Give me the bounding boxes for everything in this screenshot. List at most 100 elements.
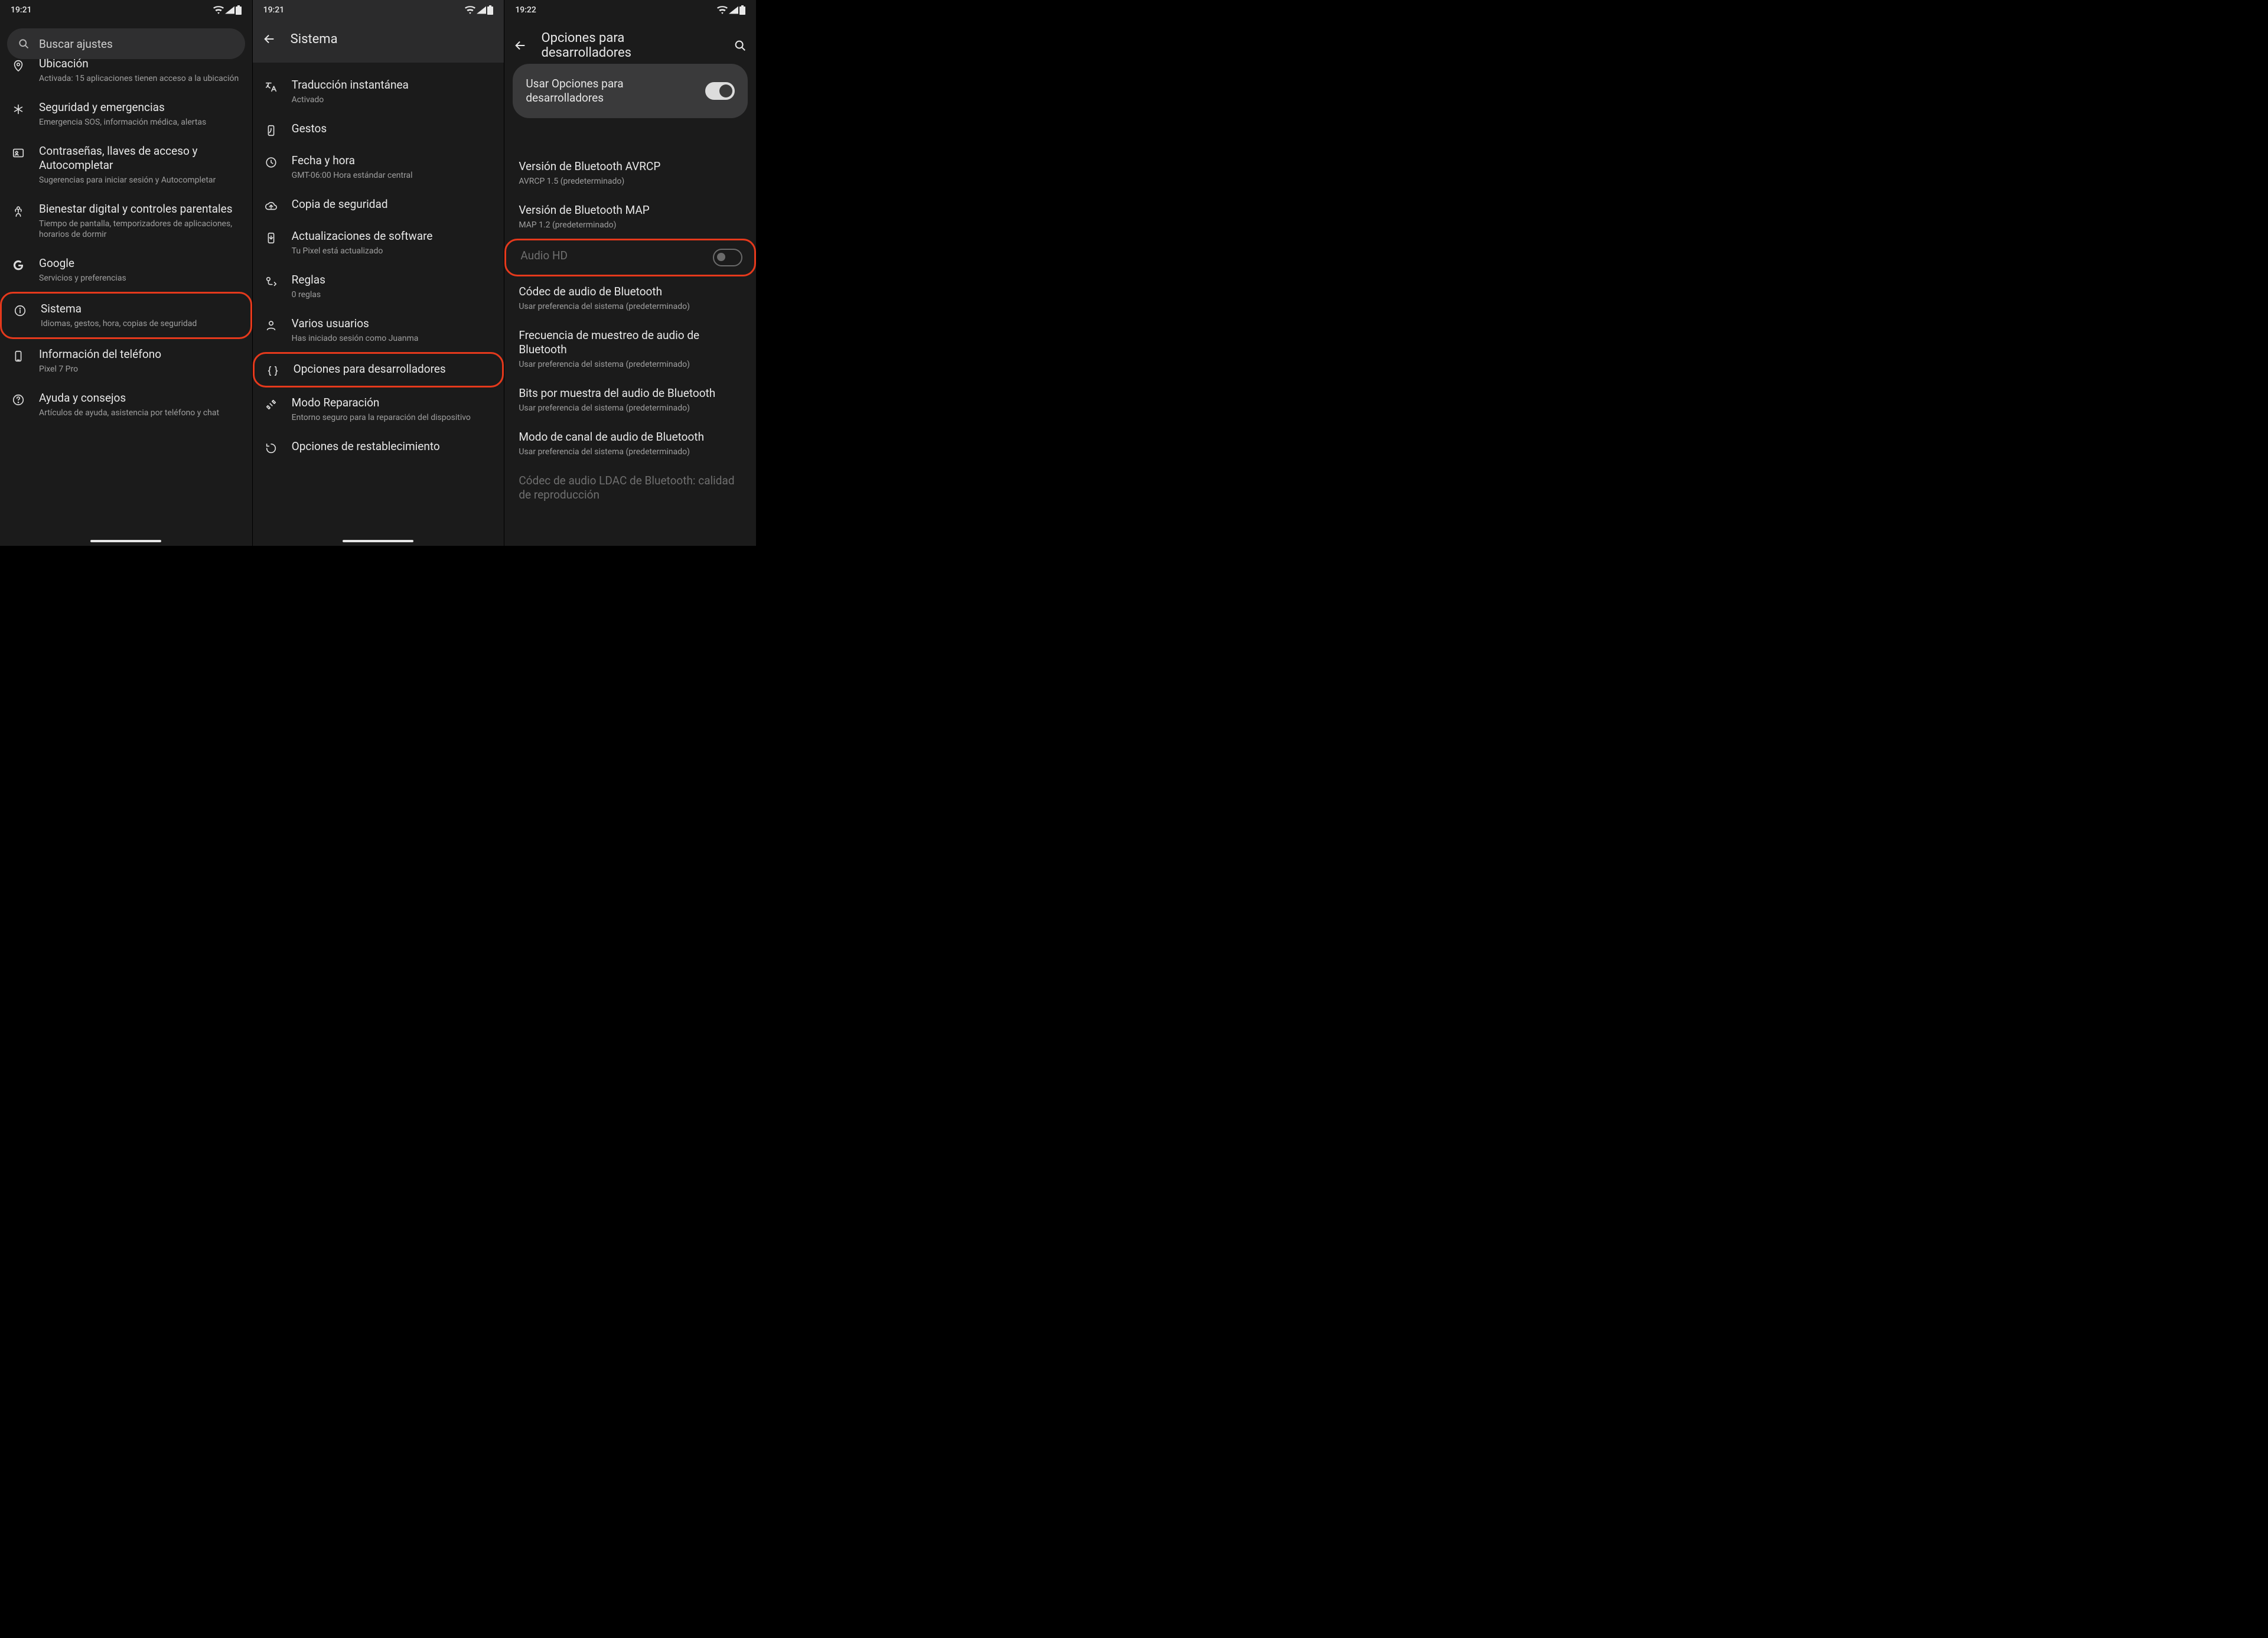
- list-item-title: Versión de Bluetooth MAP: [519, 203, 744, 217]
- list-item[interactable]: Códec de audio LDAC de Bluetooth: calida…: [504, 465, 756, 510]
- list-item[interactable]: Varios usuariosHas iniciado sesión como …: [253, 308, 504, 352]
- list-item-body: Frecuencia de muestreo de audio de Bluet…: [519, 328, 744, 370]
- signal-icon: [477, 6, 486, 14]
- list-item[interactable]: Seguridad y emergenciasEmergencia SOS, i…: [0, 92, 252, 136]
- settings-list[interactable]: UbicaciónActivada: 15 aplicaciones tiene…: [0, 48, 252, 546]
- list-item[interactable]: Fecha y hora GMT-06:00 Hora estándar cent…: [253, 145, 504, 189]
- list-item-title: Seguridad y emergencias: [39, 100, 240, 115]
- dev-options-list[interactable]: Versión de Bluetooth AVRCPAVRCP 1.5 (pre…: [504, 71, 756, 546]
- backup-icon: [262, 200, 280, 213]
- search-button[interactable]: [732, 37, 748, 54]
- battery-icon: [236, 5, 242, 15]
- list-item-body: Fecha y hora GMT-06:00 Hora estándar cent…: [292, 154, 493, 181]
- dev-options-master-toggle[interactable]: [705, 82, 735, 100]
- list-item-title: Actualizaciones de software: [292, 229, 493, 243]
- location-icon: [9, 59, 27, 72]
- list-item-body: UbicaciónActivada: 15 aplicaciones tiene…: [39, 57, 240, 84]
- list-item-body: Varios usuariosHas iniciado sesión como …: [292, 317, 493, 344]
- status-time: 19:21: [11, 5, 32, 15]
- wellbeing-icon: [9, 204, 27, 217]
- page-title: Sistema: [291, 32, 338, 47]
- list-item[interactable]: Bienestar digital y controles parentales…: [0, 194, 252, 248]
- list-item-title: Contraseñas, llaves de acceso y Autocomp…: [39, 144, 240, 172]
- list-item-title: Audio HD: [520, 249, 701, 263]
- list-item-subtitle: Activado: [292, 95, 493, 105]
- status-icons: [213, 5, 242, 15]
- list-item-subtitle: GMT-06:00 Hora estándar central: [292, 170, 493, 181]
- list-item[interactable]: Información del teléfonoPixel 7 Pro: [0, 339, 252, 383]
- list-item[interactable]: Ayuda y consejosArtículos de ayuda, asis…: [0, 383, 252, 426]
- list-item[interactable]: Versión de Bluetooth MAPMAP 1.2 (predete…: [504, 195, 756, 239]
- list-item[interactable]: Frecuencia de muestreo de audio de Bluet…: [504, 320, 756, 378]
- info-icon: [11, 304, 29, 317]
- battery-icon: [487, 5, 493, 15]
- repair-icon: [262, 398, 280, 411]
- list-item-body: Seguridad y emergenciasEmergencia SOS, i…: [39, 100, 240, 128]
- list-item[interactable]: Reglas0 reglas: [253, 265, 504, 308]
- list-item[interactable]: UbicaciónActivada: 15 aplicaciones tiene…: [0, 48, 252, 92]
- list-item[interactable]: Códec de audio de BluetoothUsar preferen…: [504, 276, 756, 320]
- list-item-subtitle: Usar preferencia del sistema (predetermi…: [519, 301, 744, 312]
- back-button[interactable]: [261, 31, 278, 47]
- list-item-body: Versión de Bluetooth AVRCPAVRCP 1.5 (pre…: [519, 159, 744, 187]
- list-item-title: Ayuda y consejos: [39, 391, 240, 405]
- list-item-title: Opciones de restablecimiento: [292, 439, 493, 454]
- list-item[interactable]: Gestos: [253, 113, 504, 145]
- list-item[interactable]: Opciones para desarrolladores: [253, 352, 504, 387]
- list-item-subtitle: Usar preferencia del sistema (predetermi…: [519, 403, 744, 413]
- list-item[interactable]: Bits por muestra del audio de Bluetooth U…: [504, 378, 756, 422]
- list-item-title: Bits por muestra del audio de Bluetooth: [519, 386, 744, 400]
- list-item[interactable]: Actualizaciones de software Tu Pixel está…: [253, 221, 504, 265]
- list-item[interactable]: Opciones de restablecimiento: [253, 431, 504, 463]
- list-item-body: Audio HD: [520, 249, 701, 263]
- signal-icon: [225, 6, 234, 14]
- reset-icon: [262, 442, 280, 455]
- list-item[interactable]: Copia de seguridad: [253, 189, 504, 221]
- list-item-subtitle: Usar preferencia del sistema (predetermi…: [519, 359, 744, 370]
- update-icon: [262, 232, 280, 245]
- list-item-title: Modo Reparación: [292, 396, 493, 410]
- dev-options-master-label: Usar Opciones para desarrolladores: [526, 77, 697, 105]
- list-item-subtitle: Tu Pixel está actualizado: [292, 246, 493, 256]
- toggle[interactable]: [713, 249, 742, 266]
- status-bar: 19:22: [504, 0, 756, 20]
- list-item[interactable]: Modo Reparación Entorno seguro para la re…: [253, 387, 504, 431]
- list-item[interactable]: Traducción instantáneaActivado: [253, 70, 504, 113]
- list-item-subtitle: Entorno seguro para la reparación del di…: [292, 412, 493, 423]
- list-item-title: Google: [39, 256, 240, 271]
- signal-icon: [729, 6, 738, 14]
- nav-handle[interactable]: [90, 540, 161, 542]
- list-item-subtitle: Servicios y preferencias: [39, 273, 240, 284]
- phone-dev-options: 19:22 Opciones para desarrolladores Usar…: [504, 0, 756, 546]
- list-item[interactable]: Contraseñas, llaves de acceso y Autocomp…: [0, 136, 252, 194]
- wifi-icon: [717, 6, 728, 14]
- list-item-title: Reglas: [292, 273, 493, 287]
- list-item-body: Modo Reparación Entorno seguro para la re…: [292, 396, 493, 423]
- back-button[interactable]: [513, 37, 528, 54]
- card-account-icon: [9, 146, 27, 159]
- list-item-body: SistemaIdiomas, gestos, hora, copias de …: [41, 302, 239, 329]
- list-item-title: Versión de Bluetooth AVRCP: [519, 159, 744, 174]
- list-item-body: Versión de Bluetooth MAPMAP 1.2 (predete…: [519, 203, 744, 230]
- list-item-title: Frecuencia de muestreo de audio de Bluet…: [519, 328, 744, 357]
- list-item-subtitle: Idiomas, gestos, hora, copias de segurid…: [41, 318, 239, 329]
- list-item-title: Fecha y hora: [292, 154, 493, 168]
- phone-settings-main: 19:21 Buscar ajustes UbicaciónActivada: …: [0, 0, 252, 546]
- system-list[interactable]: Traducción instantáneaActivadoGestos Fech…: [253, 70, 504, 546]
- list-item-title: Varios usuarios: [292, 317, 493, 331]
- list-item-title: Opciones para desarrolladores: [294, 362, 491, 376]
- list-item-body: Opciones de restablecimiento: [292, 439, 493, 454]
- battery-icon: [739, 5, 745, 15]
- status-time: 19:22: [515, 5, 536, 15]
- translate-icon: [262, 80, 280, 93]
- list-item[interactable]: SistemaIdiomas, gestos, hora, copias de …: [0, 292, 252, 339]
- braces-icon: [264, 364, 282, 377]
- list-item[interactable]: Modo de canal de audio de BluetoothUsar …: [504, 422, 756, 465]
- nav-handle[interactable]: [343, 540, 413, 542]
- list-item[interactable]: Versión de Bluetooth AVRCPAVRCP 1.5 (pre…: [504, 151, 756, 195]
- list-item-body: Google Servicios y preferencias: [39, 256, 240, 284]
- list-item[interactable]: Audio HD: [504, 239, 756, 276]
- list-item[interactable]: Google Servicios y preferencias: [0, 248, 252, 292]
- list-item-subtitle: Tiempo de pantalla, temporizadores de ap…: [39, 219, 240, 240]
- dev-options-master-card[interactable]: Usar Opciones para desarrolladores: [513, 64, 748, 118]
